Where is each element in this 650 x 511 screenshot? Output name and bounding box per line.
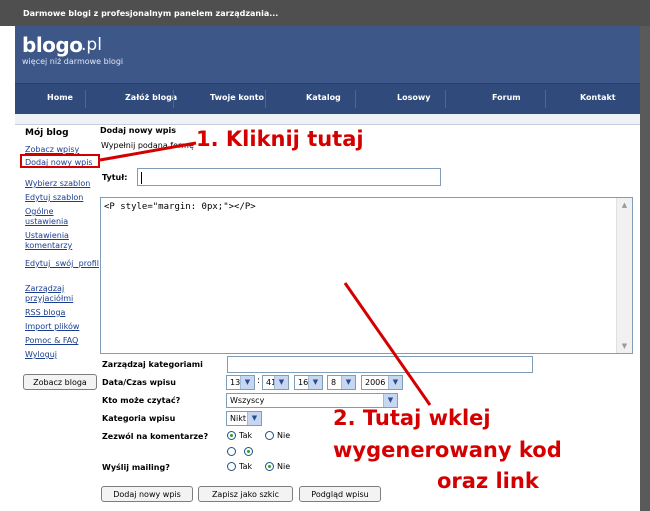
annotation-arrows xyxy=(99,141,432,406)
annotation-step2-line3: oraz link xyxy=(437,469,539,493)
annotation-step1: 1. Kliknij tutaj xyxy=(196,127,364,151)
screenshot-frame: Darmowe blogi z profesjonalnym panelem z… xyxy=(0,0,650,511)
annotation-step2-line1: 2. Tutaj wklej xyxy=(333,406,491,430)
annotation-line-1 xyxy=(99,141,197,162)
annotation-step2-line2: wygenerowany kod xyxy=(333,438,562,462)
annotation-line-2 xyxy=(343,282,432,406)
